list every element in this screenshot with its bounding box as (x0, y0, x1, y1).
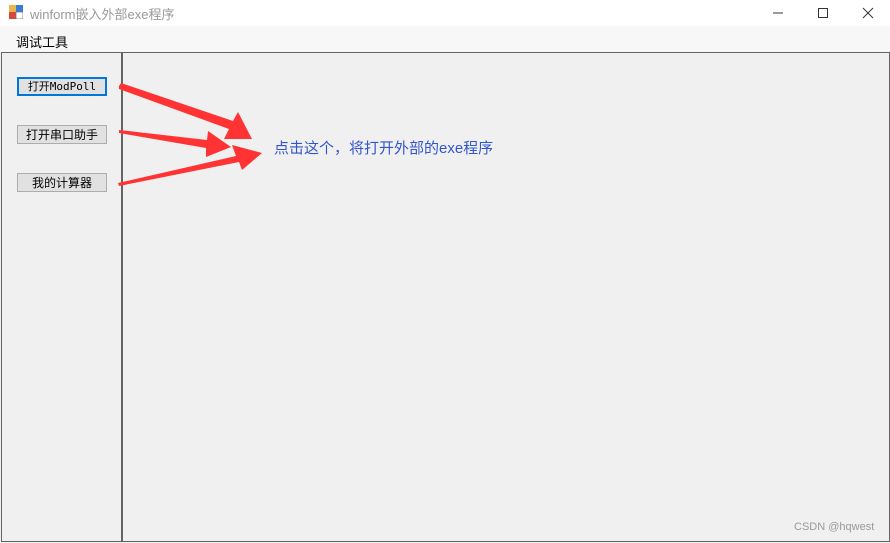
annotation-arrow-2 (119, 130, 231, 157)
annotation-arrow-3 (118, 145, 262, 186)
annotation-text: 点击这个，将打开外部的exe程序 (274, 140, 494, 157)
annotation-arrow-1 (119, 83, 252, 139)
annotation-arrows (118, 83, 262, 186)
watermark: CSDN @hqwest (794, 521, 875, 533)
